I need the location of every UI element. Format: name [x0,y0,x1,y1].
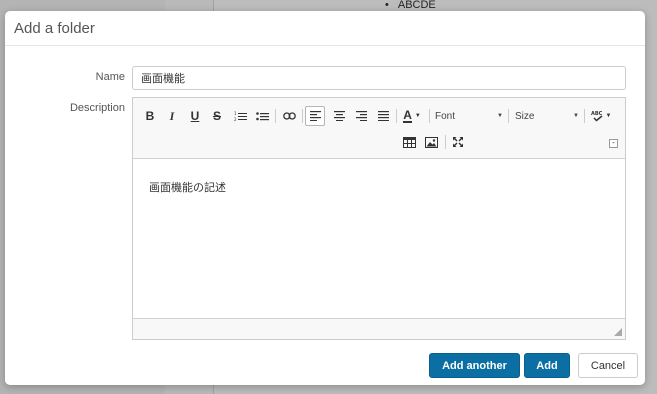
size-select-label: Size [515,110,535,122]
bulleted-list-button[interactable] [254,107,270,125]
align-right-button[interactable] [353,107,369,125]
align-left-button[interactable] [305,106,325,126]
table-icon [402,136,416,148]
spellcheck-icon: ABC [591,111,602,122]
insert-image-button[interactable] [422,133,440,151]
name-label: Name [95,71,125,83]
svg-text:2: 2 [234,117,237,122]
link-button[interactable] [280,107,298,125]
editor-toolbar: B I U S 1 2 A ▼ Font ▼ Size ▼ ABC ▼ - [133,98,625,159]
toolbar-separator [445,135,446,149]
cancel-button[interactable]: Cancel [578,353,638,378]
align-right-icon [355,111,367,121]
background-list-item: ABCDE [385,0,436,11]
collapse-icon: - [612,138,615,147]
toolbar-separator [429,109,430,123]
name-input[interactable]: 画面機能 [132,66,626,90]
toolbar-separator [302,109,303,123]
add-another-button[interactable]: Add another [429,353,520,378]
editor-content-area[interactable]: 画面機能の記述 [133,159,625,319]
text-color-icon: A [403,107,412,123]
toolbar-separator [396,109,397,123]
justify-icon [377,111,389,121]
numbered-list-button[interactable]: 1 2 [232,107,248,125]
chevron-down-icon: ▼ [573,113,579,119]
maximize-button[interactable] [449,133,467,151]
maximize-icon [453,137,463,147]
numbered-list-icon: 1 2 [234,111,247,122]
dialog-header: Add a folder [5,11,645,46]
toolbar-separator [508,109,509,123]
align-center-button[interactable] [331,107,347,125]
description-label: Description [69,102,125,114]
chevron-down-icon: ▼ [497,113,503,119]
image-icon [424,136,438,148]
font-select-label: Font [435,110,456,122]
chevron-down-icon: ▼ [605,113,612,119]
resize-handle-icon[interactable] [614,328,622,336]
justify-button[interactable] [375,107,391,125]
name-input-value: 画面機能 [141,73,185,85]
italic-button[interactable]: I [164,107,180,125]
editor-content-text: 画面機能の記述 [149,182,226,194]
dialog-title: Add a folder [14,19,95,37]
svg-text:1: 1 [234,111,237,116]
spellcheck-button[interactable]: ABC ▼ [589,107,613,125]
font-select[interactable]: Font ▼ [435,107,503,125]
align-left-icon [309,111,321,121]
size-select[interactable]: Size ▼ [515,107,579,125]
toolbar-separator [275,109,276,123]
underline-button[interactable]: U [187,107,203,125]
link-icon [282,112,296,120]
collapse-toolbar-button[interactable]: - [609,139,618,148]
bulleted-list-icon [255,111,269,120]
text-color-button[interactable]: A ▼ [399,107,425,125]
insert-table-button[interactable] [400,133,418,151]
add-folder-dialog: Add a folder Name 画面機能 Description B I U… [5,11,645,385]
editor-statusbar [133,318,625,339]
strikethrough-button[interactable]: S [209,107,225,125]
description-editor: B I U S 1 2 A ▼ Font ▼ Size ▼ ABC ▼ - 画面… [132,97,626,340]
chevron-down-icon: ▼ [414,113,421,119]
align-center-icon [333,111,345,121]
bold-button[interactable]: B [142,107,158,125]
add-button[interactable]: Add [524,353,570,378]
toolbar-separator [584,109,585,123]
